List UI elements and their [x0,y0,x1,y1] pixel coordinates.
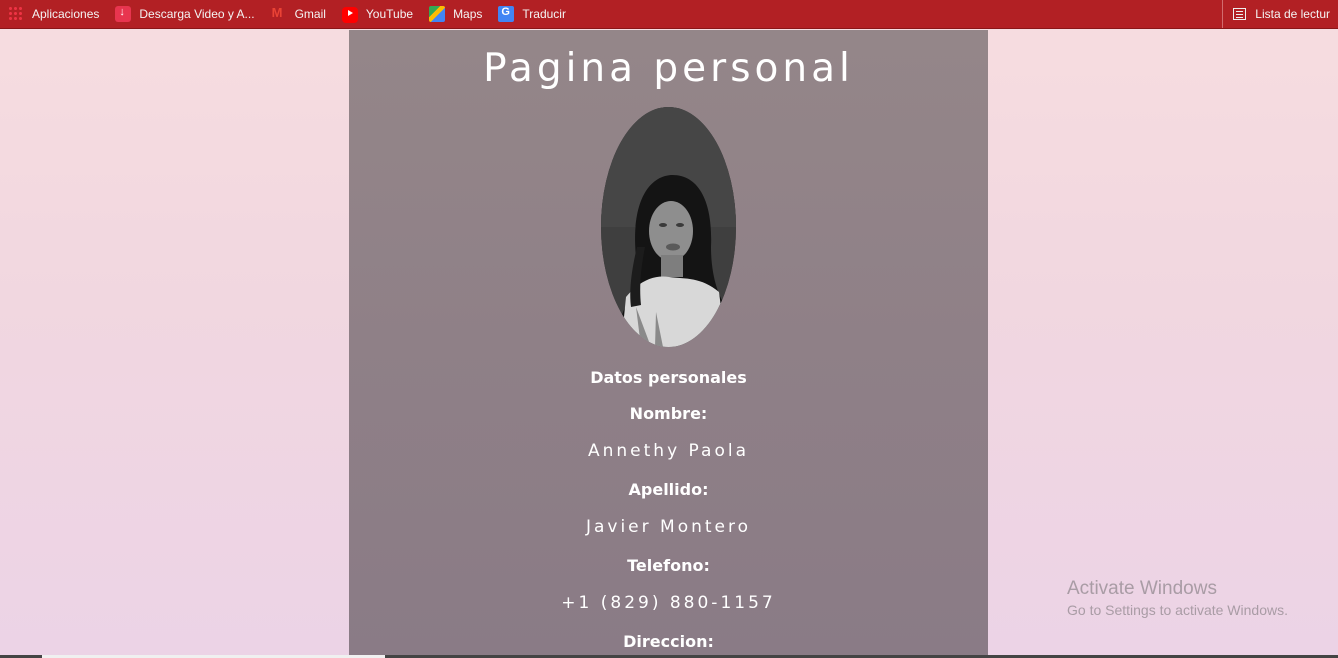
windows-activation-watermark: Activate Windows Go to Settings to activ… [1067,578,1288,618]
profile-photo [601,107,736,347]
field-label-telefono: Telefono: [627,556,710,575]
download-icon [115,6,132,22]
apps-icon [8,6,24,22]
watermark-title: Activate Windows [1067,578,1217,599]
field-value-telefono: +1 (829) 880-1157 [561,593,776,613]
field-value-nombre: Annethy Paola [588,441,749,461]
bookmark-label: Aplicaciones [32,7,100,21]
field-value-apellido: Javier Montero [585,517,752,537]
field-label-direccion: Direccion: [623,632,714,651]
youtube-icon [341,7,358,23]
maps-icon [429,6,446,22]
bookmark-youtube[interactable]: YouTube [334,3,421,25]
bookmark-apps[interactable]: Aplicaciones [0,3,107,25]
field-label-apellido: Apellido: [628,480,709,499]
bookmark-label: Traducir [522,7,566,21]
bookmark-maps[interactable]: Maps [421,3,490,25]
field-label-nombre: Nombre: [629,404,708,423]
bookmark-label: Maps [453,7,483,21]
reading-list-icon [1233,8,1247,20]
page-title: Pagina personal [483,46,854,91]
translate-icon [498,6,515,22]
profile-card: Pagina personal Datos personales Nombre:… [349,30,988,655]
bookmark-label: YouTube [365,7,414,21]
gmail-icon [271,5,287,22]
bookmarks-bar: Aplicaciones Descarga Video y A... Gmail… [0,0,1338,29]
bookmark-label: Descarga Video y A... [139,7,255,21]
watermark-subtitle: Go to Settings to activate Windows. [1067,602,1288,618]
section-heading: Datos personales [590,368,747,387]
reading-list-label: Lista de lectur [1255,7,1330,21]
bookmark-translate[interactable]: Traducir [490,3,574,25]
bookmark-gmail[interactable]: Gmail [263,3,334,25]
reading-list-button[interactable]: Lista de lectur [1222,0,1338,28]
bookmark-label: Gmail [294,7,326,21]
bookmark-download[interactable]: Descarga Video y A... [107,3,262,25]
